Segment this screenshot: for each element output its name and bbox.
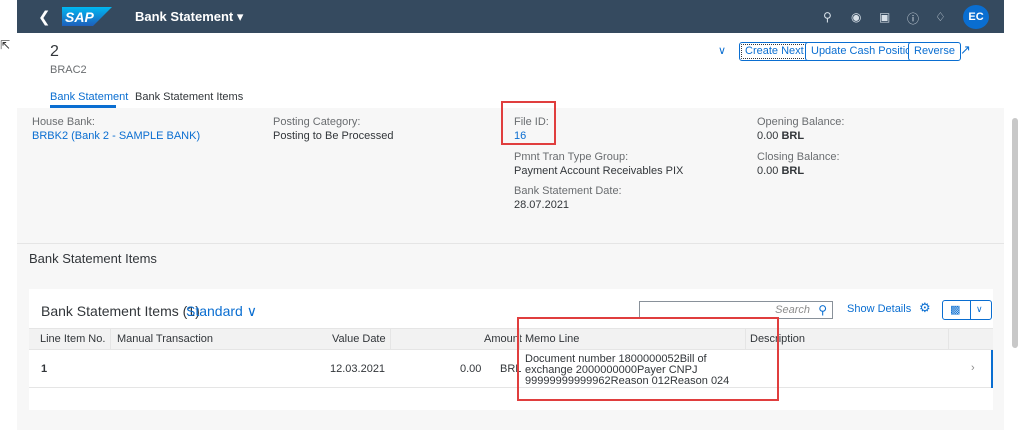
table-row[interactable]: 1 12.03.2021 0.00 BRL Document number 18… bbox=[29, 350, 993, 388]
opening-balance-amount: 0.00 bbox=[757, 130, 779, 142]
tab-bank-statement-items[interactable]: Bank Statement Items bbox=[135, 91, 243, 103]
amount-cell: 0.00 bbox=[460, 363, 482, 375]
house-bank-label: House Bank: bbox=[32, 116, 95, 128]
svg-text:SAP: SAP bbox=[65, 9, 94, 25]
highlight-box-file-id bbox=[501, 101, 556, 145]
chevron-down-icon[interactable]: ∨ bbox=[718, 44, 726, 57]
chevron-down-icon[interactable]: ∨ bbox=[976, 304, 983, 315]
scrollbar[interactable] bbox=[1012, 118, 1018, 348]
help-icon[interactable]: ⓘ bbox=[907, 10, 919, 27]
app-title[interactable]: Bank Statement ▾ bbox=[135, 9, 243, 25]
column-header-manual-transaction[interactable]: Manual Transaction bbox=[117, 333, 213, 345]
avatar[interactable]: EC bbox=[963, 5, 989, 29]
line-item-link[interactable]: 1 bbox=[41, 363, 47, 375]
opening-balance-label: Opening Balance: bbox=[757, 116, 845, 128]
posting-category-label: Posting Category: bbox=[273, 116, 361, 128]
column-header-value-date[interactable]: Value Date bbox=[332, 333, 386, 345]
search-placeholder: Search bbox=[775, 304, 810, 316]
export-split-button[interactable]: ▩ ∨ bbox=[942, 300, 992, 320]
column-separator bbox=[390, 329, 391, 350]
column-header-line-item[interactable]: Line Item No. bbox=[40, 333, 105, 345]
mouse-cursor-icon: ⇱ bbox=[0, 38, 11, 52]
search-icon[interactable]: ⚲ bbox=[818, 303, 827, 317]
value-date-cell: 12.03.2021 bbox=[330, 363, 386, 375]
posting-category-value: Posting to Be Processed bbox=[273, 130, 394, 142]
row-navigation-indicator bbox=[991, 350, 993, 388]
sap-logo[interactable]: SAP bbox=[62, 7, 112, 26]
closing-balance-amount: 0.00 bbox=[757, 165, 779, 177]
back-icon[interactable]: ❮ bbox=[38, 8, 51, 26]
variant-selector[interactable]: Standard ∨ bbox=[186, 303, 257, 320]
copilot-icon[interactable]: ◉ bbox=[851, 10, 861, 24]
house-bank-field: House Bank: BRBK2 (Bank 2 - SAMPLE BANK) bbox=[32, 116, 200, 142]
items-table-card: Bank Statement Items (1) Standard ∨ Sear… bbox=[29, 289, 993, 410]
table-title: Bank Statement Items (1) bbox=[41, 303, 200, 319]
share-icon[interactable]: ↗ bbox=[960, 42, 971, 58]
shell-bar: ❮ SAP Bank Statement ▾ ⚲ ◉ ▣ ⓘ ♢ EC bbox=[17, 0, 1004, 33]
tab-bank-statement[interactable]: Bank Statement bbox=[50, 91, 128, 103]
opening-balance-field: Opening Balance: 0.00 BRL bbox=[757, 116, 844, 142]
closing-balance-field: Closing Balance: 0.00 BRL bbox=[757, 151, 840, 177]
highlight-box-memo-line bbox=[517, 317, 779, 401]
column-separator bbox=[110, 329, 111, 350]
divider bbox=[17, 243, 1004, 244]
create-next-button[interactable]: Create Next bbox=[739, 42, 810, 61]
notification-bubble-icon[interactable]: ▣ bbox=[879, 10, 890, 24]
object-header: 2 BRAC2 ∨ Create Next Update Cash Positi… bbox=[17, 33, 1004, 108]
pmnt-tran-field: Pmnt Tran Type Group: Payment Account Re… bbox=[514, 151, 683, 177]
show-details-button[interactable]: Show Details bbox=[847, 303, 911, 315]
opening-balance-currency: BRL bbox=[781, 130, 805, 142]
search-icon[interactable]: ⚲ bbox=[823, 10, 832, 24]
gear-icon[interactable]: ⚙ bbox=[919, 300, 931, 316]
statement-date-label: Bank Statement Date: bbox=[514, 185, 622, 197]
pmnt-tran-label: Pmnt Tran Type Group: bbox=[514, 151, 629, 163]
section-title: Bank Statement Items bbox=[29, 251, 157, 266]
content-area: House Bank: BRBK2 (Bank 2 - SAMPLE BANK)… bbox=[17, 108, 1004, 430]
page-subtitle: BRAC2 bbox=[50, 64, 87, 76]
update-cash-position-button[interactable]: Update Cash Position bbox=[805, 42, 924, 61]
chevron-right-icon[interactable]: › bbox=[971, 362, 975, 374]
split-divider bbox=[970, 301, 971, 319]
column-separator bbox=[948, 329, 949, 350]
pmnt-tran-value: Payment Account Receivables PIX bbox=[514, 165, 684, 177]
closing-balance-label: Closing Balance: bbox=[757, 151, 840, 163]
page-title: 2 bbox=[50, 43, 59, 60]
posting-category-field: Posting Category: Posting to Be Processe… bbox=[273, 116, 393, 142]
house-bank-link[interactable]: BRBK2 (Bank 2 - SAMPLE BANK) bbox=[32, 130, 200, 142]
statement-date-value: 28.07.2021 bbox=[514, 199, 570, 211]
export-icon[interactable]: ▩ bbox=[950, 303, 960, 316]
reverse-button[interactable]: Reverse bbox=[908, 42, 961, 61]
table-header: Line Item No. Manual Transaction Value D… bbox=[29, 328, 993, 350]
closing-balance-currency: BRL bbox=[781, 165, 805, 177]
statement-date-field: Bank Statement Date: 28.07.2021 bbox=[514, 185, 622, 211]
bell-icon[interactable]: ♢ bbox=[935, 10, 946, 24]
